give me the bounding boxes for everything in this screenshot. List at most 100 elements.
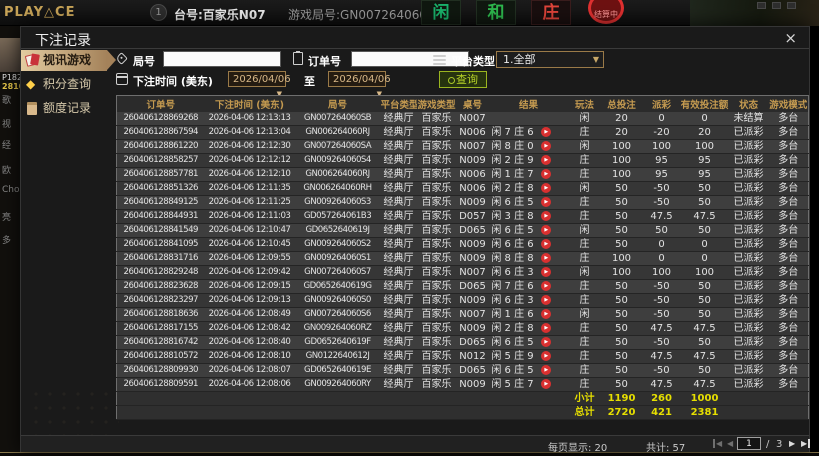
cell-payout: 50 — [642, 223, 681, 238]
video-toolbar-icon[interactable] — [787, 2, 796, 9]
pagination-bar: 每页显示: 20 共计: 57 ◀ ◀ 1 / 3 ▶ ▶ — [21, 435, 811, 454]
cell-total-bet: 50 — [600, 223, 643, 238]
round-number-input[interactable] — [163, 51, 281, 67]
cell-round-number: GN009264060RZ — [294, 321, 381, 336]
last-page-icon[interactable]: ▶ — [801, 439, 811, 448]
table-row: 260406128841549 2026-04-06 12:10:47 GD06… — [116, 223, 809, 238]
menu-fragment: 亮 — [2, 213, 12, 223]
replay-button[interactable]: ▶ — [541, 239, 552, 249]
cell-play-type: 庄 — [568, 293, 601, 308]
cell-table-number: N009 — [456, 195, 489, 210]
sidebar-item-quota-records[interactable]: 额度记录 — [21, 98, 107, 119]
table-row: 260406128844931 2026-04-06 12:11:03 GD05… — [116, 209, 809, 224]
banker-bet-tile[interactable]: 庄 — [531, 0, 571, 25]
cell-game-type: 百家乐 — [416, 363, 457, 378]
video-toolbar-icon[interactable] — [772, 2, 781, 9]
video-toolbar-icon[interactable] — [757, 2, 766, 9]
cell-game-type: 百家乐 — [416, 293, 457, 308]
column-header: 结果 — [488, 95, 569, 112]
replay-button[interactable]: ▶ — [541, 169, 552, 179]
cell-result: 闲 6 庄 3 ▶ — [488, 265, 569, 280]
cell-order-number: 260406128809930 — [116, 363, 205, 378]
cell-bet-time: 2026-04-06 12:10:45 — [204, 237, 295, 252]
cell-payout: 47.5 — [642, 377, 681, 392]
replay-button[interactable]: ▶ — [541, 309, 552, 319]
replay-button[interactable]: ▶ — [541, 183, 552, 193]
next-page-icon[interactable]: ▶ — [789, 439, 795, 448]
date-to-picker[interactable]: 2026/04/06 ▼ — [328, 71, 391, 98]
replay-button[interactable]: ▶ — [541, 365, 552, 375]
replay-button[interactable]: ▶ — [541, 197, 552, 207]
replay-button[interactable]: ▶ — [541, 295, 552, 305]
replay-button[interactable]: ▶ — [541, 127, 552, 137]
cell-status: 已派彩 — [728, 153, 769, 168]
player-bet-tile[interactable]: 闲 — [421, 0, 461, 25]
list-icon — [433, 54, 446, 65]
cell-bet-time: 2026-04-06 12:08:40 — [204, 335, 295, 350]
replay-button[interactable]: ▶ — [541, 323, 552, 333]
cell-payout: 0 — [642, 251, 681, 266]
sidebar-item-video-games[interactable]: 视讯游戏 — [21, 50, 116, 71]
cell-total-bet: 50 — [600, 237, 643, 252]
first-page-icon[interactable]: ◀ — [713, 439, 722, 448]
cell-table-number: D065 — [456, 363, 489, 378]
cell-play-type: 庄 — [568, 153, 601, 168]
cell-game-type: 百家乐 — [416, 321, 457, 336]
cell-status: 已派彩 — [728, 167, 769, 182]
cell-payout: -50 — [642, 293, 681, 308]
cell-table-number: N007 — [456, 139, 489, 154]
prev-page-icon[interactable]: ◀ — [727, 439, 733, 448]
replay-button[interactable]: ▶ — [541, 281, 552, 291]
replay-button[interactable]: ▶ — [541, 225, 552, 235]
cell-bet-time: 2026-04-06 12:11:35 — [204, 181, 295, 196]
table-row: 260406128809591 2026-04-06 12:08:06 GN00… — [116, 377, 809, 392]
cell-status: 已派彩 — [728, 293, 769, 308]
replay-button[interactable]: ▶ — [541, 379, 552, 389]
close-icon[interactable]: × — [780, 28, 801, 48]
column-header: 订单号 — [116, 95, 205, 112]
cell-total-bet: 20 — [600, 125, 643, 140]
cell-result: 闲 5 庄 9 ▶ — [488, 349, 569, 364]
page-size-label: 每页显示: 20 — [548, 443, 608, 454]
cell-valid-bet: 100 — [680, 139, 729, 154]
cell-platform-type: 经典厅 — [380, 293, 417, 308]
cell-game-mode: 多台 — [768, 195, 809, 210]
cell-bet-time: 2026-04-06 12:09:55 — [204, 251, 295, 266]
settling-badge: 结算中 — [588, 0, 624, 24]
menu-fragment: 歌 — [2, 96, 12, 106]
cell-round-number: GN009264060RY — [294, 377, 381, 392]
search-button[interactable]: 查询 — [439, 71, 487, 88]
replay-button[interactable]: ▶ — [541, 267, 552, 277]
subtotal-payout: 260 — [642, 391, 681, 406]
date-from-picker[interactable]: 2026/04/06 ▼ — [228, 71, 291, 98]
cell-order-number: 260406128858257 — [116, 153, 205, 168]
cell-payout: -50 — [642, 363, 681, 378]
tie-bet-tile[interactable]: 和 — [476, 0, 516, 25]
cell-platform-type: 经典厅 — [380, 209, 417, 224]
cell-result: 闲 7 庄 6 ▶ — [488, 125, 569, 140]
replay-button[interactable]: ▶ — [541, 141, 552, 151]
replay-button[interactable]: ▶ — [541, 211, 552, 221]
current-page-input[interactable]: 1 — [737, 437, 761, 450]
cell-round-number: GN007264060SB — [294, 111, 381, 126]
replay-button[interactable]: ▶ — [541, 253, 552, 263]
cell-play-type: 闲 — [568, 111, 601, 126]
cell-total-bet: 100 — [600, 153, 643, 168]
cell-round-number: GD0652640619G — [294, 279, 381, 294]
cell-order-number: 260406128823628 — [116, 279, 205, 294]
cell-platform-type: 经典厅 — [380, 321, 417, 336]
page-separator: / — [766, 439, 770, 450]
replay-button[interactable]: ▶ — [541, 155, 552, 165]
replay-button[interactable]: ▶ — [541, 351, 552, 361]
cell-table-number: N007 — [456, 307, 489, 322]
platform-type-select[interactable]: 1.全部 ▼ — [496, 51, 604, 68]
cell-bet-time: 2026-04-06 12:12:10 — [204, 167, 295, 182]
cell-order-number: 260406128818636 — [116, 307, 205, 322]
cell-play-type: 庄 — [568, 335, 601, 350]
cell-payout: -50 — [642, 335, 681, 350]
cell-game-mode: 多台 — [768, 209, 809, 224]
cell-play-type: 庄 — [568, 237, 601, 252]
column-header: 玩法 — [568, 95, 601, 112]
replay-button[interactable]: ▶ — [541, 337, 552, 347]
sidebar-item-points-query[interactable]: ◆ 积分查询 — [21, 74, 107, 95]
